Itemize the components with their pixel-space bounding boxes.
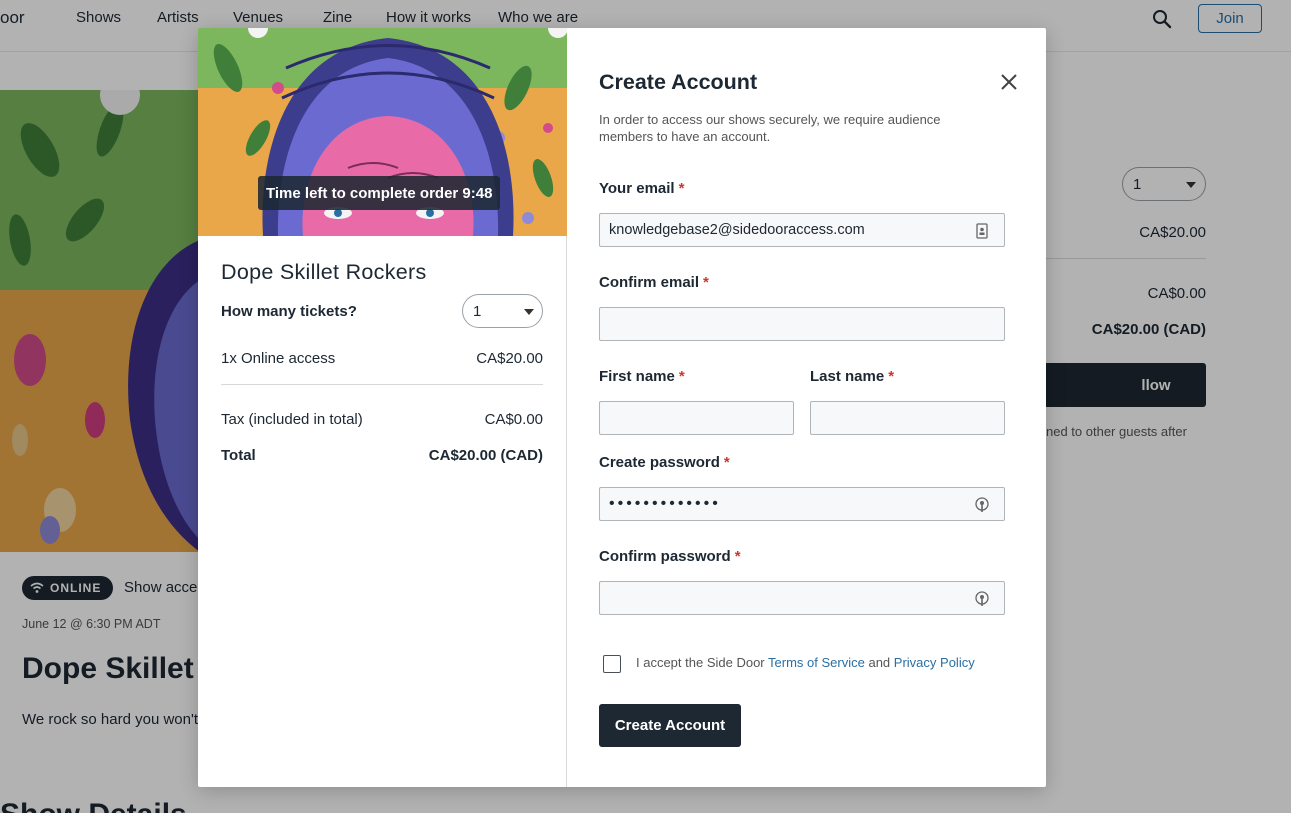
email-label-text: Your email: [599, 180, 675, 197]
create-account-button[interactable]: Create Account: [599, 704, 741, 747]
order-show-title: Dope Skillet Rockers: [221, 260, 427, 284]
ticket-quantity-value: 1: [473, 302, 482, 320]
close-icon[interactable]: [999, 72, 1019, 92]
tickets-label: How many tickets?: [221, 303, 357, 320]
tax-value: CA$0.00: [484, 411, 543, 428]
last-name-label: Last name *: [810, 368, 894, 385]
line-item-row: 1x Online access CA$20.00: [221, 350, 543, 367]
confirm-password-label: Confirm password *: [599, 548, 741, 565]
password-key-icon[interactable]: [974, 590, 990, 608]
email-label: Your email *: [599, 180, 684, 197]
caret-down-icon: [524, 309, 534, 315]
confirm-password-field[interactable]: [599, 581, 1005, 615]
required-mark: *: [888, 368, 895, 385]
email-value: knowledgebase2@sidedooraccess.com: [609, 222, 865, 238]
tax-row: Tax (included in total) CA$0.00: [221, 411, 543, 428]
create-account-form: Create Account In order to access our sh…: [567, 28, 1046, 787]
confirm-email-label: Confirm email *: [599, 274, 709, 291]
terms-prefix: I accept the Side Door: [636, 655, 765, 670]
password-value: •••••••••••••: [609, 495, 721, 512]
required-mark: *: [678, 180, 685, 197]
password-label: Create password *: [599, 454, 730, 471]
last-name-label-text: Last name: [810, 368, 885, 385]
terms-and: and: [868, 655, 891, 670]
first-name-label-text: First name: [599, 368, 675, 385]
password-field[interactable]: •••••••••••••: [599, 487, 1005, 521]
privacy-policy-link[interactable]: Privacy Policy: [894, 655, 975, 670]
terms-checkbox[interactable]: [603, 655, 621, 673]
terms-text: I accept the Side Door Terms of Service …: [636, 655, 975, 670]
last-name-field[interactable]: [810, 401, 1005, 435]
required-mark: *: [678, 368, 685, 385]
required-mark: *: [734, 548, 741, 565]
confirm-password-label-text: Confirm password: [599, 548, 731, 565]
confirm-email-field[interactable]: [599, 307, 1005, 341]
password-key-icon[interactable]: [974, 496, 990, 514]
first-name-label: First name *: [599, 368, 685, 385]
create-account-modal: Time left to complete order 9:48 Dope Sk…: [198, 28, 1046, 787]
ticket-quantity-select[interactable]: 1: [462, 294, 543, 328]
line-item-label: 1x Online access: [221, 350, 336, 367]
line-item-price: CA$20.00: [476, 350, 543, 367]
terms-of-service-link[interactable]: Terms of Service: [768, 655, 865, 670]
tax-label: Tax (included in total): [221, 411, 363, 428]
total-row: Total CA$20.00 (CAD): [221, 447, 543, 464]
email-field[interactable]: knowledgebase2@sidedooraccess.com: [599, 213, 1005, 247]
required-mark: *: [723, 454, 730, 471]
order-timer: Time left to complete order 9:48: [258, 176, 501, 210]
total-label: Total: [221, 447, 256, 464]
total-value: CA$20.00 (CAD): [428, 447, 543, 464]
first-name-field[interactable]: [599, 401, 794, 435]
order-summary-panel: Time left to complete order 9:48 Dope Sk…: [198, 28, 567, 787]
contact-card-icon[interactable]: [974, 222, 990, 240]
password-label-text: Create password: [599, 454, 720, 471]
form-intro: In order to access our shows securely, w…: [599, 112, 941, 144]
order-divider: [221, 384, 543, 385]
form-title: Create Account: [599, 70, 758, 94]
required-mark: *: [703, 274, 709, 291]
confirm-email-label-text: Confirm email: [599, 274, 700, 291]
